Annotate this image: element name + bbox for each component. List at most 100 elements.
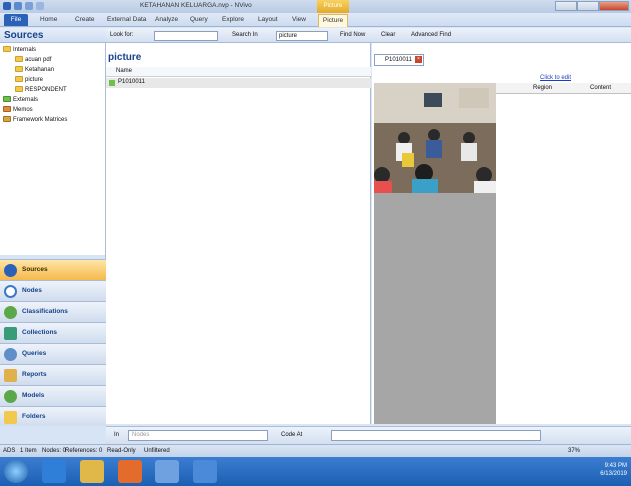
classifications-icon <box>4 306 17 319</box>
search-in-select[interactable]: picture <box>276 31 328 41</box>
window-title: KETAHANAN KELUARGA.nvp - NVivo <box>140 2 252 9</box>
code-at-input[interactable] <box>331 430 541 441</box>
nav-folders[interactable]: Folders <box>0 406 106 427</box>
nav-models[interactable]: Models <box>0 385 106 406</box>
tree-item-framework-matrices[interactable]: Framework Matrices <box>3 116 67 125</box>
close-tab-icon[interactable]: × <box>415 56 422 63</box>
undo-icon[interactable] <box>36 2 44 10</box>
sources-panel-title: Sources <box>0 28 106 43</box>
tree-item-memos[interactable]: Memos <box>3 106 33 115</box>
context-tab-picture-tools: Picture Tools <box>317 0 349 22</box>
queries-icon <box>4 348 17 361</box>
tab-explore[interactable]: Explore <box>222 16 244 23</box>
tree-item-acuan-pdf[interactable]: acuan pdf <box>15 56 51 65</box>
app-taskbar-icon[interactable] <box>193 460 217 483</box>
nodes-icon <box>4 285 17 298</box>
collections-icon <box>4 327 17 340</box>
tab-analyze[interactable]: Analyze <box>155 16 178 23</box>
minimize-button[interactable] <box>555 1 577 11</box>
folder-icon <box>15 66 23 73</box>
media-player-icon[interactable] <box>118 460 142 483</box>
list-column-header[interactable]: Name <box>106 67 371 77</box>
picture-source-icon <box>109 80 115 86</box>
nav-collections[interactable]: Collections <box>0 322 106 343</box>
tree-item-picture[interactable]: picture <box>15 76 43 85</box>
externals-icon <box>3 96 11 103</box>
system-clock[interactable]: 9:43 PM 6/13/2019 <box>600 462 627 478</box>
folder-icon <box>3 46 11 53</box>
column-name[interactable]: Name <box>116 68 132 74</box>
status-nodes: Nodes: 0 <box>42 448 67 454</box>
advanced-find-button[interactable]: Advanced Find <box>411 32 451 38</box>
folders-icon <box>4 411 17 424</box>
list-item-label: P1010011 <box>118 79 145 85</box>
list-title: picture <box>108 52 142 63</box>
clock-date: 6/13/2019 <box>600 471 627 477</box>
memos-icon <box>3 106 11 113</box>
tab-view[interactable]: View <box>292 16 306 23</box>
status-references: References: 0 <box>65 448 103 454</box>
tree-item-respondent[interactable]: RESPONDENT <box>15 86 67 95</box>
status-unfiltered: Unfiltered <box>144 448 170 454</box>
internet-explorer-icon[interactable] <box>42 460 66 483</box>
folder-icon <box>15 56 23 63</box>
list-item[interactable]: P1010011 <box>106 78 371 88</box>
tab-layout[interactable]: Layout <box>258 16 278 23</box>
nav-sources[interactable]: Sources <box>0 259 106 280</box>
maximize-button[interactable] <box>577 1 599 11</box>
sources-icon <box>4 264 17 277</box>
nav-classifications[interactable]: Classifications <box>0 301 106 322</box>
sources-tree: Internals acuan pdf Ketahanan picture RE… <box>0 43 106 255</box>
clock-time: 9:43 PM <box>604 463 627 469</box>
close-button[interactable] <box>599 1 629 11</box>
matrices-icon <box>3 116 11 123</box>
folder-icon <box>15 86 23 93</box>
tab-create[interactable]: Create <box>75 16 95 23</box>
reports-icon <box>4 369 17 382</box>
title-bar <box>0 0 631 13</box>
tree-item-internals[interactable]: Internals <box>3 46 36 55</box>
save-icon[interactable] <box>14 2 22 10</box>
column-content[interactable]: Content <box>590 85 611 91</box>
search-in-label: Search In <box>232 32 258 38</box>
navigation-pane-footer <box>0 426 106 444</box>
tab-home[interactable]: Home <box>40 16 57 23</box>
navigation-pane: Sources Nodes Classifications Collection… <box>0 255 106 427</box>
nvivo-app-icon[interactable] <box>3 2 11 10</box>
file-explorer-icon[interactable] <box>80 460 104 483</box>
nvivo-taskbar-icon[interactable] <box>155 460 179 483</box>
zoom-level: 37% <box>568 448 581 454</box>
code-bar: In Nodes Code At <box>106 426 631 444</box>
edit-icon[interactable] <box>25 2 33 10</box>
in-label: In <box>114 432 120 438</box>
clear-button[interactable]: Clear <box>381 32 395 38</box>
folder-icon <box>15 76 23 83</box>
code-at-label: Code At <box>281 432 303 438</box>
classroom-photo <box>374 83 496 193</box>
start-button[interactable] <box>4 460 28 483</box>
tab-file[interactable]: File <box>4 14 28 26</box>
status-read-only: Read-Only <box>107 448 136 454</box>
look-for-input[interactable] <box>154 31 218 41</box>
click-to-edit-link[interactable]: Click to edit <box>540 75 571 81</box>
nav-queries[interactable]: Queries <box>0 343 106 364</box>
tab-query[interactable]: Query <box>190 16 208 23</box>
status-items: 1 Item <box>20 448 37 454</box>
in-select[interactable]: Nodes <box>128 430 268 441</box>
nav-nodes[interactable]: Nodes <box>0 280 106 301</box>
find-bar: Look for: Search In picture Find Now Cle… <box>106 28 631 43</box>
tab-external-data[interactable]: External Data <box>107 16 146 23</box>
look-for-label: Look for: <box>110 32 134 38</box>
tree-item-ketahanan[interactable]: Ketahanan <box>15 66 54 75</box>
windows-taskbar <box>0 457 631 486</box>
models-icon <box>4 390 17 403</box>
find-now-button[interactable]: Find Now <box>340 32 365 38</box>
status-bar: ADS 1 Item Nodes: 0 References: 0 Read-O… <box>0 444 631 457</box>
column-region[interactable]: Region <box>533 85 552 91</box>
region-table-header: Region Content <box>496 83 631 94</box>
list-view <box>106 43 371 424</box>
tree-item-externals[interactable]: Externals <box>3 96 38 105</box>
nav-reports[interactable]: Reports <box>0 364 106 385</box>
tab-picture[interactable]: Picture <box>318 14 348 27</box>
status-user: ADS <box>3 448 16 454</box>
